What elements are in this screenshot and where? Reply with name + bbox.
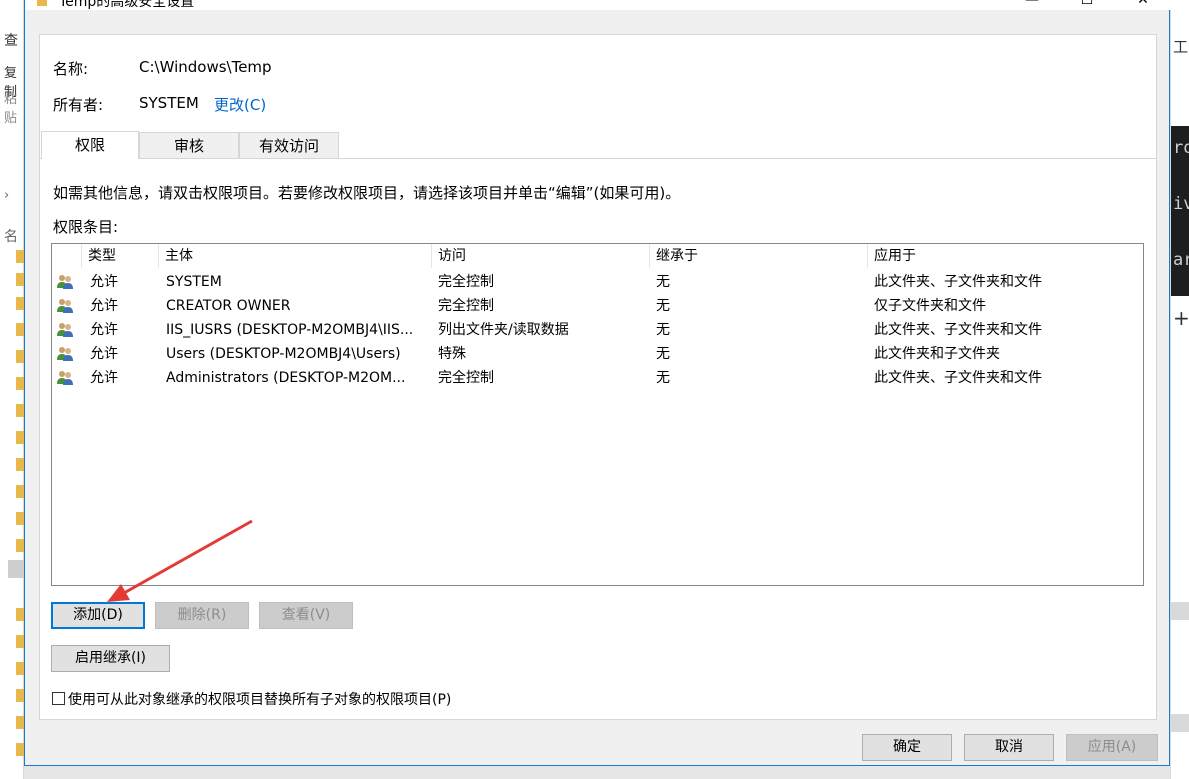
annotation-arrow <box>107 519 253 602</box>
arrow-shaft <box>123 519 253 595</box>
